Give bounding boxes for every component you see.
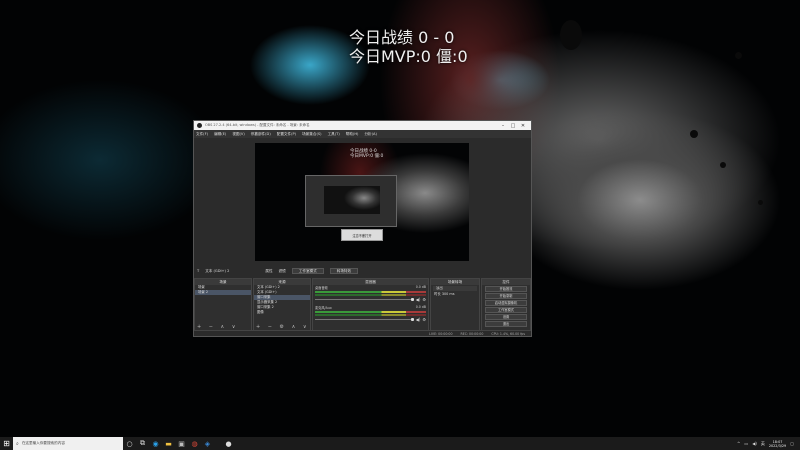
minimize-button[interactable]: –: [498, 123, 508, 129]
file-explorer-icon[interactable]: ▬: [162, 437, 175, 450]
speaker-icon[interactable]: ◀): [416, 317, 421, 322]
transitions-tab[interactable]: 转场特效: [329, 268, 359, 274]
mvp-line: 今日MVP:0 僵:0: [349, 47, 468, 66]
studio-mode-tab[interactable]: 工作室模式: [291, 268, 324, 274]
obs-title-bar: OBS 27.2.4 (64-bit, windows) - 配置文件: 未命名…: [194, 121, 531, 130]
obs-window: OBS 27.2.4 (64-bit, windows) - 配置文件: 未命名…: [193, 120, 532, 337]
source-item[interactable]: 图像: [254, 310, 310, 315]
gear-icon[interactable]: ⚙: [422, 297, 426, 302]
score-line: 今日战绩 0 - 0: [349, 28, 455, 47]
transition-select[interactable]: 淡出: [433, 286, 477, 291]
nested-dialog: 注意不断打开: [341, 229, 383, 241]
search-icon: ⌕: [16, 440, 19, 447]
gear-icon[interactable]: ⚙: [422, 317, 426, 322]
app-icon[interactable]: ▣: [175, 437, 188, 450]
preview-mvp: 今日MVP:0 僵:0: [350, 154, 384, 159]
preview-canvas[interactable]: 今日战绩 0-0 今日MVP:0 僵:0 注意不断打开: [255, 143, 469, 261]
menu-edit[interactable]: 编辑(E): [214, 132, 226, 137]
score-overlay: 今日战绩 0 - 0 今日MVP:0 僵:0: [349, 28, 468, 66]
ink-splash: [560, 20, 582, 50]
menu-view[interactable]: 视图(V): [232, 132, 244, 137]
window-title: OBS 27.2.4 (64-bit, windows) - 配置文件: 未命名…: [205, 123, 310, 127]
ime-icon[interactable]: 英: [761, 441, 765, 447]
channel-db: 0.0 dB: [415, 305, 426, 309]
edge-browser-icon[interactable]: ◉: [149, 437, 162, 450]
network-icon[interactable]: ▭: [744, 441, 748, 446]
system-tray: ^ ▭ ◀) 英 18:07 2022/3/29 ▢: [737, 437, 800, 450]
rec-time: REC: 00:00:00: [460, 331, 484, 336]
nested-window-capture: [305, 175, 397, 227]
scene-item[interactable]: 场景 2: [195, 290, 251, 295]
duration-label: 时长: [434, 292, 441, 296]
start-recording-button[interactable]: 开始录制: [485, 293, 527, 299]
exit-button[interactable]: 退出: [485, 321, 527, 327]
tray-chevron-icon[interactable]: ^: [737, 441, 740, 446]
menu-tools[interactable]: 工具(T): [328, 132, 340, 137]
nested-preview: [324, 186, 380, 214]
channel-name: 桌面音频: [315, 286, 328, 290]
volume-meter: [315, 314, 426, 316]
status-bar: LIVE: 00:00:00 REC: 00:00:00 CPU: 1.4%, …: [194, 330, 531, 336]
volume-meter: [315, 294, 426, 296]
channel-db: 0.0 dB: [415, 285, 426, 289]
duration-row: 时长 300 ms: [431, 292, 479, 297]
obs-taskbar-icon[interactable]: ●: [222, 437, 235, 450]
text-source-icon: T: [197, 269, 200, 273]
ink-splash: [690, 130, 698, 138]
volume-meter: [315, 311, 426, 313]
taskbar: ⊞ ⌕ 在这里输入你要搜索的内容 ○ ⧉ ◉ ▬ ▣ ◍ ◈ ● ^ ▭ ◀) …: [0, 437, 800, 450]
clock[interactable]: 18:07 2022/3/29: [769, 440, 786, 448]
menu-analysis[interactable]: 分析(A): [364, 132, 376, 137]
ink-splash: [720, 162, 726, 168]
menu-docks[interactable]: 停靠部件(D): [251, 132, 271, 137]
controls-header: 控件: [482, 279, 530, 285]
preview-overlay-text: 今日战绩 0-0 今日MVP:0 僵:0: [350, 149, 383, 159]
steam-icon[interactable]: ◈: [201, 437, 214, 450]
cpu-fps: CPU: 1.4%, 60.00 fps: [491, 331, 525, 336]
sources-dock: 来源 文本 (GDI+) 2 文本 (GDI+) 窗口采集 显示器采集 2 窗口…: [253, 278, 311, 332]
controls-dock: 控件 开始推流 开始录制 启动虚拟摄像机 工作室模式 设置 退出: [481, 278, 531, 332]
selected-source: 文本 (GDI+) 2: [205, 268, 230, 273]
ink-splash: [735, 52, 742, 59]
mixer-channel: 桌面音频 0.0 dB ◀) ⚙: [313, 285, 428, 302]
mixer-dock: 混音器 桌面音频 0.0 dB ◀) ⚙ 麦克风/Aux 0.0 dB ◀) ⚙: [312, 278, 429, 332]
search-box[interactable]: ⌕ 在这里输入你要搜索的内容: [13, 437, 123, 450]
menu-file[interactable]: 文件(F): [196, 132, 208, 137]
search-placeholder: 在这里输入你要搜索的内容: [21, 441, 65, 445]
channel-name: 麦克风/Aux: [315, 306, 332, 310]
volume-icon[interactable]: ◀): [752, 441, 757, 446]
source-toolbar: T 文本 (GDI+) 2 属性 滤镜 工作室模式 转场特效: [194, 267, 531, 275]
notification-icon[interactable]: ▢: [790, 441, 794, 446]
transitions-header: 场景转场: [431, 279, 479, 285]
windows-start-icon[interactable]: ⊞: [0, 437, 13, 450]
clock-date: 2022/3/29: [768, 443, 787, 448]
start-streaming-button[interactable]: 开始推流: [485, 286, 527, 292]
menu-bar: 文件(F) 编辑(E) 视图(V) 停靠部件(D) 配置文件(P) 场景集合(S…: [194, 130, 531, 138]
filters-button[interactable]: 滤镜: [279, 269, 286, 274]
obs-logo-icon: [197, 123, 202, 128]
menu-profile[interactable]: 配置文件(P): [277, 132, 296, 137]
volume-slider[interactable]: ◀) ⚙: [315, 317, 426, 322]
mixer-channel: 麦克风/Aux 0.0 dB ◀) ⚙: [313, 305, 428, 322]
duration-input[interactable]: 300 ms: [442, 292, 455, 296]
chrome-icon[interactable]: ◍: [188, 437, 201, 450]
properties-button[interactable]: 属性: [265, 269, 272, 274]
studio-mode-button[interactable]: 工作室模式: [485, 307, 527, 313]
menu-scene-collection[interactable]: 场景集合(S): [302, 132, 321, 137]
scenes-dock: 场景 场景 场景 2 + − ∧ ∨: [194, 278, 252, 332]
ink-splash: [758, 200, 763, 205]
virtual-camera-button[interactable]: 启动虚拟摄像机: [485, 300, 527, 306]
volume-meter: [315, 291, 426, 293]
live-time: LIVE: 00:00:00: [429, 331, 453, 336]
task-view-icon[interactable]: ○: [123, 437, 136, 450]
settings-button[interactable]: 设置: [485, 314, 527, 320]
menu-help[interactable]: 帮助(H): [346, 132, 359, 137]
volume-slider[interactable]: ◀) ⚙: [315, 297, 426, 302]
transitions-dock: 场景转场 淡出 时长 300 ms: [430, 278, 480, 332]
widgets-icon[interactable]: ⧉: [136, 437, 149, 450]
maximize-button[interactable]: □: [508, 123, 518, 129]
speaker-icon[interactable]: ◀): [416, 297, 421, 302]
close-button[interactable]: ✕: [518, 123, 528, 129]
